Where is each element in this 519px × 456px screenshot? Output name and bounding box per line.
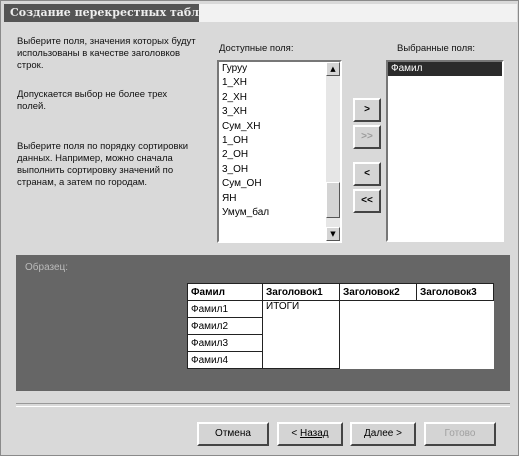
available-fields-scrollbar[interactable]: ▲ ▼	[326, 62, 340, 241]
back-button-label: Назад	[299, 428, 329, 439]
button-separator	[16, 403, 510, 407]
sample-row: Фамил2	[187, 317, 494, 335]
sample-empty-cell	[340, 318, 494, 335]
sample-row-header: Фамил3	[187, 334, 263, 352]
sample-row: Фамил3	[187, 334, 494, 352]
available-field-item[interactable]: 3_ОН	[219, 163, 340, 177]
sample-empty-cell	[262, 351, 340, 369]
next-button[interactable]: Далее >	[350, 422, 416, 446]
sample-values-cell: ИТОГИ	[262, 300, 340, 318]
remove-all-fields-button[interactable]: <<	[353, 189, 381, 213]
available-field-item[interactable]: 1_ОН	[219, 134, 340, 148]
back-button-prefix: <	[291, 428, 300, 439]
available-field-item[interactable]: 2_ХН	[219, 91, 340, 105]
scroll-down-button[interactable]: ▼	[326, 227, 340, 241]
sample-header-row: Фамил Заголовок1 Заголовок2 Заголовок3	[187, 283, 494, 301]
cancel-button[interactable]: Отмена	[197, 422, 269, 446]
remove-field-button[interactable]: <	[353, 162, 381, 186]
selected-fields-list[interactable]: Фамил	[386, 60, 504, 242]
sample-table: Фамил Заголовок1 Заголовок2 Заголовок3 Ф…	[187, 283, 494, 369]
sample-label: Образец:	[25, 262, 69, 273]
available-field-item[interactable]: Сум_ОН	[219, 177, 340, 191]
sample-row-header: Фамил2	[187, 317, 263, 335]
sample-empty-cell	[262, 317, 340, 335]
instruction-text-2: Допускается выбор не более трех полей.	[17, 89, 168, 112]
available-field-item[interactable]: Сум_ХН	[219, 120, 340, 134]
sample-corner-header: Фамил	[187, 283, 263, 301]
available-fields-items: Гуруу 1_ХН 2_ХН 3_ХН Сум_ХН 1_ОН 2_ОН 3_ОН Сум_О…	[219, 62, 340, 220]
selected-fields-label: Выбранные поля:	[397, 43, 475, 54]
sample-empty-cell	[262, 334, 340, 352]
available-fields-list[interactable]: Гуруу 1_ХН 2_ХН 3_ХН Сум_ХН 1_ОН 2_ОН 3_ОН Сум_О…	[217, 60, 342, 243]
window-title: Создание перекрестных таблиц	[10, 6, 216, 19]
sample-row: Фамил4	[187, 351, 494, 369]
add-field-button[interactable]: >	[353, 98, 381, 122]
available-field-item[interactable]: 2_ОН	[219, 148, 340, 162]
scroll-up-button[interactable]: ▲	[326, 62, 340, 76]
selected-fields-items: Фамил	[388, 62, 502, 77]
sample-column-header: Заголовок2	[339, 283, 417, 301]
available-field-item[interactable]: Умум_бал	[219, 206, 340, 220]
sample-empty-cell	[340, 352, 494, 369]
title-bar-extension	[199, 4, 517, 22]
scroll-thumb[interactable]	[326, 182, 340, 218]
sample-empty-cell	[340, 301, 494, 318]
available-field-item[interactable]: 1_ХН	[219, 76, 340, 90]
crosstab-wizard-window: Создание перекрестных таблиц Выберите по…	[0, 0, 519, 456]
selected-field-item[interactable]: Фамил	[388, 62, 502, 77]
available-field-item[interactable]: ЯН	[219, 192, 340, 206]
available-field-item[interactable]: 3_ХН	[219, 105, 340, 119]
instruction-text-3: Выберите поля по порядку сортировки данн…	[17, 141, 189, 188]
sample-row-header: Фамил4	[187, 351, 263, 369]
finish-button[interactable]: Готово	[424, 422, 496, 446]
sample-empty-cell	[340, 335, 494, 352]
add-all-fields-button[interactable]: >>	[353, 125, 381, 149]
available-fields-label: Доступные поля:	[219, 43, 294, 54]
title-bar: Создание перекрестных таблиц	[4, 4, 215, 22]
instruction-text-1: Выберите поля, значения которых будут ис…	[17, 36, 196, 71]
sample-column-header: Заголовок1	[262, 283, 340, 301]
sample-column-header: Заголовок3	[416, 283, 494, 301]
sample-row-header: Фамил1	[187, 300, 263, 318]
sample-row: Фамил1 ИТОГИ	[187, 300, 494, 318]
back-button[interactable]: < Назад	[277, 422, 343, 446]
available-field-item[interactable]: Гуруу	[219, 62, 340, 76]
